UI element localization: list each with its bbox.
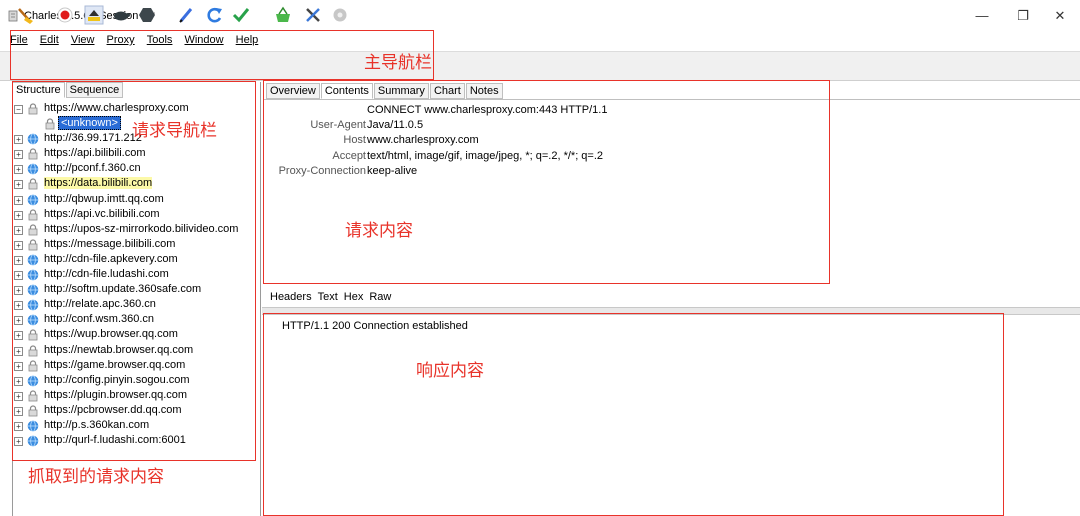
basket-icon[interactable] — [272, 5, 294, 25]
request-box — [263, 80, 830, 284]
broom-icon[interactable] — [14, 5, 36, 25]
pen-icon[interactable] — [175, 5, 197, 25]
response-content-annotation: 响应内容 — [416, 361, 484, 381]
request-content-annotation: 请求内容 — [345, 221, 413, 241]
maximize-button[interactable]: ❐ — [1003, 6, 1043, 26]
validate-check-icon[interactable] — [230, 5, 252, 25]
request-nav-annotation: 请求导航栏 — [132, 121, 217, 141]
refresh-icon[interactable] — [203, 5, 225, 25]
throttle-icon[interactable] — [83, 5, 105, 25]
breakpoint-icon[interactable] — [136, 5, 158, 25]
tab-text[interactable]: Text — [317, 290, 339, 304]
response-box — [263, 313, 1004, 516]
tab-hex[interactable]: Hex — [343, 290, 365, 304]
record-icon[interactable] — [54, 5, 76, 25]
minimize-button[interactable]: — — [962, 6, 1002, 26]
settings-gear-icon[interactable] — [329, 5, 351, 25]
left-panel-splitter[interactable] — [260, 82, 261, 516]
tools-icon[interactable] — [302, 5, 324, 25]
turtle-icon[interactable] — [110, 5, 132, 25]
main-nav-annotation: 主导航栏 — [364, 53, 432, 73]
tab-raw[interactable]: Raw — [368, 290, 392, 304]
tab-headers[interactable]: Headers — [269, 290, 313, 304]
captured-annotation: 抓取到的请求内容 — [28, 467, 164, 487]
bottom-tab-bar: Headers Text Hex Raw — [269, 290, 396, 304]
title-bar — [0, 0, 1080, 32]
close-button[interactable]: ✕ — [1040, 6, 1080, 26]
